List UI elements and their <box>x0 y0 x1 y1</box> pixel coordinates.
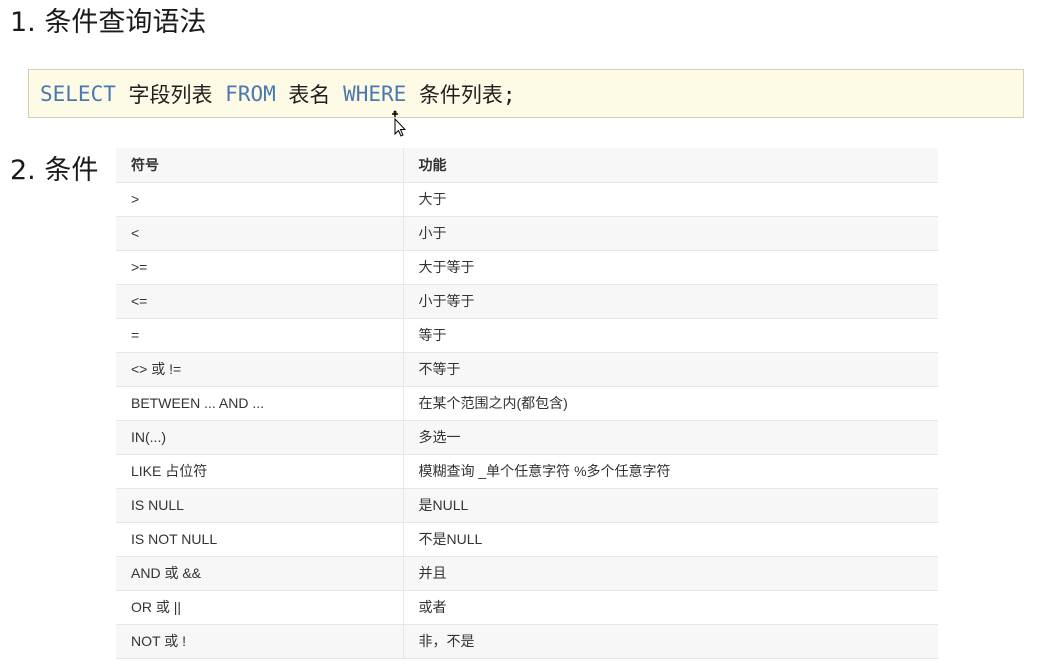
function-cell: 并且 <box>403 556 938 591</box>
symbol-cell: = <box>116 318 404 353</box>
symbol-cell: <= <box>116 284 404 319</box>
code-table: 表名 <box>288 82 331 107</box>
function-cell: 小于等于 <box>403 284 938 319</box>
symbol-cell: AND 或 && <box>116 556 404 591</box>
function-cell: 小于 <box>403 216 938 251</box>
table-row: BETWEEN ... AND ... 在某个范围之内(都包含) <box>116 386 938 421</box>
conditions-table: 符号 功能 > 大于 < 小于 >= 大于等于 <= 小于等于 = 等于 <> 或 != 不等于 BET… <box>116 148 938 659</box>
table-row: IS NULL 是NULL <box>116 488 938 523</box>
table-row: < 小于 <box>116 216 938 251</box>
function-cell: 大于 <box>403 182 938 217</box>
symbol-cell: IN(...) <box>116 420 404 455</box>
function-cell: 非，不是 <box>403 624 938 659</box>
table-row: AND 或 && 并且 <box>116 556 938 591</box>
function-cell: 等于 <box>403 318 938 353</box>
symbol-cell: OR 或 || <box>116 590 404 625</box>
header-symbol: 符号 <box>116 148 404 183</box>
table-row: = 等于 <box>116 318 938 353</box>
function-cell: 或者 <box>403 590 938 625</box>
section-1-heading: 1. 条件查询语法 <box>10 7 207 38</box>
section-2-heading: 2. 条件 <box>10 155 99 186</box>
table-row: IN(...) 多选一 <box>116 420 938 455</box>
mouse-cursor-icon <box>392 110 406 137</box>
function-cell: 不等于 <box>403 352 938 387</box>
function-cell: 在某个范围之内(都包含) <box>403 386 938 421</box>
function-cell: 多选一 <box>403 420 938 455</box>
symbol-cell: > <box>116 182 404 217</box>
keyword-where: WHERE <box>343 81 407 106</box>
function-cell: 是NULL <box>403 488 938 523</box>
symbol-cell: IS NULL <box>116 488 404 523</box>
table-row: >= 大于等于 <box>116 250 938 285</box>
symbol-cell: < <box>116 216 404 251</box>
sql-code-block: SELECT 字段列表 FROM 表名 WHERE 条件列表; <box>28 69 1024 118</box>
table-header-row: 符号 功能 <box>116 148 938 183</box>
table-row: OR 或 || 或者 <box>116 590 938 625</box>
table-row: > 大于 <box>116 182 938 217</box>
function-cell: 模糊查询 _单个任意字符 %多个任意字符 <box>403 454 938 489</box>
code-conditions: 条件列表; <box>418 82 516 107</box>
table-row: IS NOT NULL 不是NULL <box>116 522 938 557</box>
function-cell: 大于等于 <box>403 250 938 285</box>
symbol-cell: IS NOT NULL <box>116 522 404 557</box>
table-row: <= 小于等于 <box>116 284 938 319</box>
symbol-cell: NOT 或 ! <box>116 624 404 659</box>
function-cell: 不是NULL <box>403 522 938 557</box>
table-row: <> 或 != 不等于 <box>116 352 938 387</box>
code-fields: 字段列表 <box>128 82 213 107</box>
keyword-select: SELECT <box>40 81 116 106</box>
keyword-from: FROM <box>225 81 276 106</box>
header-function: 功能 <box>403 148 938 183</box>
table-row: LIKE 占位符 模糊查询 _单个任意字符 %多个任意字符 <box>116 454 938 489</box>
symbol-cell: <> 或 != <box>116 352 404 387</box>
symbol-cell: BETWEEN ... AND ... <box>116 386 404 421</box>
symbol-cell: LIKE 占位符 <box>116 454 404 489</box>
table-row: NOT 或 ! 非，不是 <box>116 624 938 659</box>
symbol-cell: >= <box>116 250 404 285</box>
